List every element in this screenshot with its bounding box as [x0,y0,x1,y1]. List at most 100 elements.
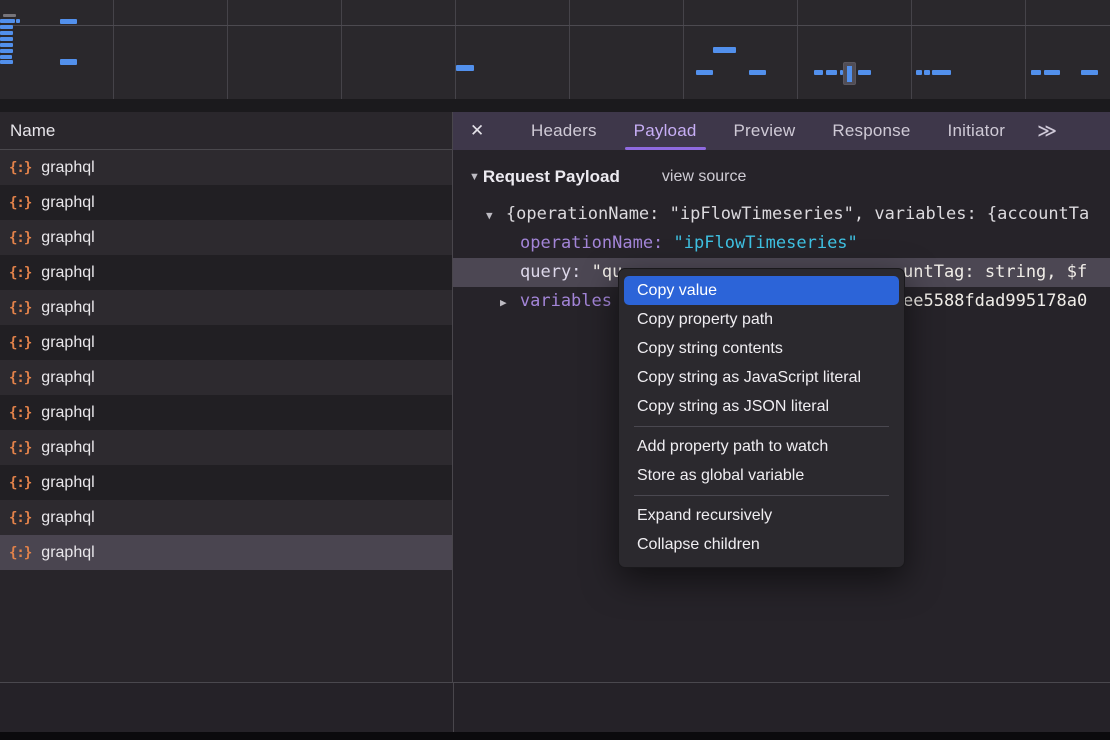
property-key: variables [520,291,612,311]
network-request-row[interactable]: {:} graphql [0,465,452,500]
network-request-row[interactable]: {:}graphql [0,395,452,430]
payload-operationname-row[interactable]: operationName: "ipFlowTimeseries" [453,229,1110,258]
network-request-row[interactable]: {:} graphql [0,290,452,325]
timeline-bar [696,70,713,75]
menu-item-copy-string-as-javascript-literal[interactable]: Copy string as JavaScript literal [619,363,904,392]
timeline-gridline [341,0,342,99]
timeline-bar [924,70,930,75]
view-source-link[interactable]: view source [662,168,746,186]
timeline-gridline [1025,0,1026,99]
timeline-bar [916,70,922,75]
menu-item-store-as-global-variable[interactable]: Store as global variable [619,461,904,490]
network-request-row[interactable]: {:} graphql [0,325,452,360]
payload-root-preview: {operationName: "ipFlowTimeseries", vari… [506,204,1089,224]
timeline-bar [0,55,12,59]
json-braces-icon: {:} [9,440,31,456]
window-bottom-edge [0,732,1110,740]
timeline-bar [0,43,13,47]
timeline-bar [932,70,951,75]
network-request-row[interactable]: {:} graphql [0,430,452,465]
timeline-bar [0,49,13,53]
timeline-bar [16,19,20,23]
menu-separator [634,495,889,496]
menu-separator [634,426,889,427]
timeline-bar [814,70,823,75]
more-tabs-icon[interactable]: ≫ [1037,120,1057,143]
json-braces-icon: {:} [9,370,31,386]
timeline-gridline [683,0,684,99]
network-request-row[interactable]: {:} graphql [0,360,452,395]
timeline-bar [1044,70,1060,75]
property-value-clipped-tail: untTag: string, $f [903,258,1087,287]
request-name: graphql [41,299,94,317]
request-name: graphql [41,334,94,352]
json-braces-icon: {:} [9,510,31,526]
menu-item-copy-string-contents[interactable]: Copy string contents [619,334,904,363]
json-braces-icon: {:} [9,160,31,176]
timeline-gridline [113,0,114,99]
menu-item-collapse-children[interactable]: Collapse children [619,530,904,559]
network-request-row[interactable]: {:} graphql [0,185,452,220]
overview-divider-line [0,25,1110,26]
payload-root-row[interactable]: ▼ {operationName: "ipFlowTimeseries", va… [453,200,1110,229]
menu-item-copy-property-path[interactable]: Copy property path [619,305,904,334]
detail-tab-bar: ✕ Headers Payload Preview Response Initiator… [453,112,1110,150]
timeline-bar [713,47,736,53]
detail-tabs: Headers Payload Preview Response Initiator [494,112,1005,150]
request-table: Name {:}graphql{:}graphql{:}graphql{:}gr… [0,112,453,682]
timeline-bar [0,37,13,41]
request-name: graphql [41,229,94,247]
json-braces-icon: {:} [9,265,31,281]
expand-triangle-icon[interactable]: ▶ [500,296,507,309]
menu-item-copy-value[interactable]: Copy value [624,276,899,305]
json-braces-icon: {:} [9,300,31,316]
json-braces-icon: {:} [9,335,31,351]
timeline-bar [3,14,16,17]
timeline-bar [1081,70,1098,75]
json-braces-icon: {:} [9,475,31,491]
timeline-bar [0,31,13,35]
request-name: graphql [41,194,94,212]
network-overview-timeline[interactable] [0,0,1110,99]
menu-item-add-property-path-to-watch[interactable]: Add property path to watch [619,432,904,461]
network-request-row[interactable]: {:} graphql [0,500,452,535]
timeline-gridline [569,0,570,99]
tab-headers[interactable]: Headers [531,112,597,150]
tab-preview[interactable]: Preview [734,112,796,150]
json-braces-icon: {:} [9,195,31,211]
json-braces-icon: {:} [9,230,31,246]
timeline-bar [456,65,474,71]
name-column-header[interactable]: Name [0,112,452,150]
tab-response[interactable]: Response [832,112,910,150]
menu-item-copy-string-as-json-literal[interactable]: Copy string as JSON literal [619,392,904,421]
request-rows: {:} graphql {:} graphql {:} graphql {:} graphql… [0,150,452,570]
request-name: graphql [41,439,94,457]
menu-item-expand-recursively[interactable]: Expand recursively [619,501,904,530]
overview-bottom-band [0,99,1110,112]
timeline-bar [0,19,15,23]
collapse-triangle-icon[interactable]: ▼ [469,171,480,183]
timeline-gridline [455,0,456,99]
timeline-gridline [227,0,228,99]
json-braces-icon: {:} [9,545,31,561]
status-bar [0,682,1110,732]
tab-payload[interactable]: Payload [634,112,697,150]
request-name: graphql [41,509,94,527]
request-name: graphql [41,369,94,387]
network-request-row[interactable]: {:}graphql [0,150,452,185]
context-menu: Copy valueCopy property pathCopy string … [618,268,905,568]
network-request-row[interactable]: {:}graphql [0,535,452,570]
timeline-gridline [911,0,912,99]
network-request-row[interactable]: {:} graphql [0,220,452,255]
request-payload-title: Request Payload [483,167,620,187]
panel-divider [453,683,454,733]
network-request-row[interactable]: {:}graphql [0,255,452,290]
json-braces-icon: {:} [9,405,31,421]
collapse-triangle-icon[interactable]: ▼ [486,209,493,222]
tab-initiator[interactable]: Initiator [948,112,1006,150]
close-icon[interactable]: ✕ [470,121,494,141]
request-name: graphql [41,474,94,492]
timeline-bar [0,60,13,64]
timeline-bar [60,19,77,24]
timeline-bar [858,70,871,75]
